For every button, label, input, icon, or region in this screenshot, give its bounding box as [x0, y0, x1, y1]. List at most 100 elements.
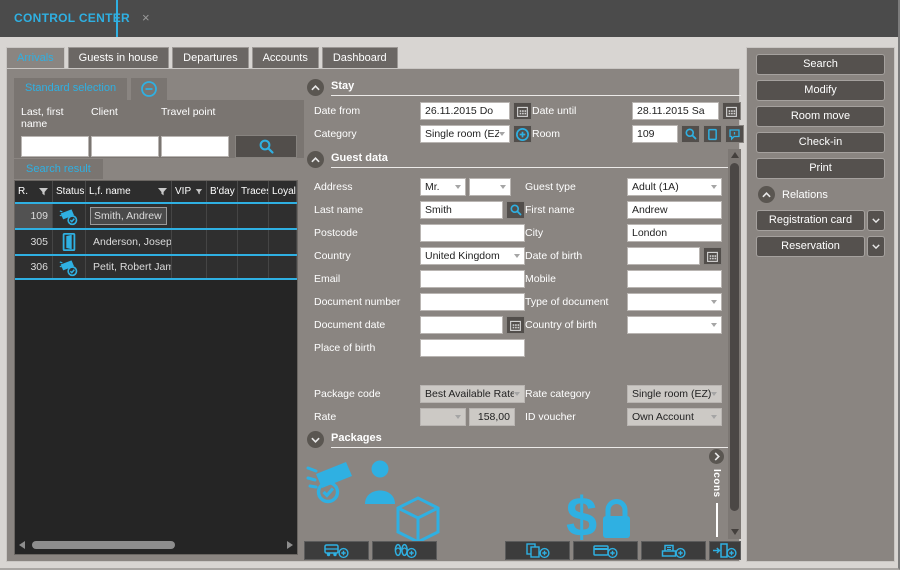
- scrollbar-thumb[interactable]: [730, 163, 739, 511]
- table-row[interactable]: 305 Anderson, Josephine: [15, 228, 297, 254]
- document-date-calendar-button[interactable]: [506, 316, 525, 334]
- tab-arrivals[interactable]: Arrivals: [6, 47, 65, 68]
- date-until-input[interactable]: [632, 102, 719, 120]
- date-until-calendar-button[interactable]: [722, 102, 741, 120]
- rate-lock-icon[interactable]: $: [566, 486, 632, 544]
- date-of-birth-calendar-button[interactable]: [703, 247, 722, 265]
- shuttle-add-icon: [323, 543, 349, 558]
- window-title-tab[interactable]: CONTROL CENTER ×: [14, 10, 150, 25]
- table-row-selected[interactable]: 109 Smith, Andrew: [15, 202, 297, 228]
- bday-cell: [207, 230, 238, 254]
- document-number-input[interactable]: [420, 293, 525, 311]
- money-check-icon[interactable]: [306, 456, 360, 504]
- collapse-stay-button[interactable]: [307, 79, 324, 96]
- checkout-add-button[interactable]: [709, 541, 741, 560]
- scrollbar-track[interactable]: [28, 541, 284, 549]
- filter-icon[interactable]: [38, 187, 49, 197]
- package-code-dropdown[interactable]: Best Available Rate: [420, 385, 525, 403]
- tab-departures[interactable]: Departures: [172, 47, 249, 68]
- search-button[interactable]: Search: [756, 54, 885, 75]
- scroll-up-icon[interactable]: [730, 152, 739, 158]
- modify-button[interactable]: Modify: [756, 80, 885, 101]
- vip-cell: [172, 204, 207, 228]
- salutation-dropdown[interactable]: Mr.: [420, 178, 466, 196]
- filter-search-button[interactable]: [235, 135, 297, 158]
- document-date-input[interactable]: [420, 316, 503, 334]
- email-input[interactable]: [420, 270, 525, 288]
- guest-type-dropdown[interactable]: Adult (1A): [627, 178, 722, 196]
- col-status[interactable]: Status: [53, 181, 86, 202]
- reservation-button[interactable]: Reservation: [756, 236, 865, 257]
- mobile-input[interactable]: [627, 270, 722, 288]
- dropdown-arrow-icon: [711, 415, 717, 419]
- registration-card-dropdown-button[interactable]: [867, 210, 885, 231]
- collapse-relations-button[interactable]: [758, 186, 775, 203]
- registration-card-button[interactable]: Registration card: [756, 210, 865, 231]
- title-dropdown[interactable]: [469, 178, 511, 196]
- first-name-input[interactable]: [627, 201, 722, 219]
- last-name-input[interactable]: [420, 201, 503, 219]
- toolbar-gap: [440, 541, 502, 560]
- scrollbar-thumb[interactable]: [32, 541, 176, 549]
- close-icon[interactable]: ×: [142, 10, 150, 25]
- room-input[interactable]: [632, 125, 678, 143]
- print-button[interactable]: Print: [756, 158, 885, 179]
- col-traces[interactable]: Traces: [238, 181, 269, 202]
- rate-amount-input[interactable]: [469, 408, 515, 426]
- document-type-dropdown[interactable]: [627, 293, 722, 311]
- room-plan-button[interactable]: [703, 125, 722, 143]
- package-box-icon[interactable]: [390, 492, 446, 544]
- tab-guests-in-house[interactable]: Guests in house: [67, 47, 170, 68]
- city-input[interactable]: [627, 224, 722, 242]
- tab-more-selection[interactable]: [131, 78, 168, 100]
- check-in-button[interactable]: Check-in: [756, 132, 885, 153]
- guest-search-button[interactable]: [506, 201, 525, 219]
- postcode-input[interactable]: [420, 224, 525, 242]
- add-category-button[interactable]: [513, 125, 532, 143]
- room-message-button[interactable]: [725, 125, 744, 143]
- filter-travel-point-input[interactable]: [161, 136, 229, 157]
- slippers-add-button[interactable]: [372, 541, 437, 560]
- place-of-birth-input[interactable]: [420, 339, 525, 357]
- tab-accounts[interactable]: Accounts: [251, 47, 319, 68]
- col-loyalty[interactable]: Loyalty: [269, 181, 297, 202]
- vip-cell: [172, 230, 207, 254]
- filter-name-input[interactable]: [21, 136, 89, 157]
- card-add-button[interactable]: [573, 541, 638, 560]
- vertical-scrollbar[interactable]: [728, 149, 741, 539]
- col-name[interactable]: L,f. name: [86, 181, 172, 202]
- country-dropdown[interactable]: United Kingdom: [420, 247, 525, 265]
- shuttle-add-button[interactable]: [304, 541, 369, 560]
- date-from-input[interactable]: [420, 102, 510, 120]
- icons-rail-expand-button[interactable]: [709, 449, 724, 464]
- col-vip[interactable]: VIP: [172, 181, 207, 202]
- scroll-right-icon[interactable]: [287, 541, 293, 549]
- tab-standard-selection[interactable]: Standard selection: [14, 78, 128, 100]
- room-search-button[interactable]: [681, 125, 700, 143]
- copy-add-button[interactable]: [505, 541, 570, 560]
- terminal-add-icon: [661, 544, 686, 558]
- country-of-birth-dropdown[interactable]: [627, 316, 722, 334]
- category-dropdown[interactable]: Single room (EZ: [420, 125, 510, 143]
- tab-search-result[interactable]: Search result: [14, 159, 103, 179]
- col-room[interactable]: R.: [15, 181, 53, 202]
- filter-client-input[interactable]: [91, 136, 159, 157]
- date-from-calendar-button[interactable]: [513, 102, 532, 120]
- reservation-dropdown-button[interactable]: [867, 236, 885, 257]
- tab-dashboard[interactable]: Dashboard: [321, 47, 398, 68]
- scroll-down-icon[interactable]: [730, 529, 739, 535]
- room-move-button[interactable]: Room move: [756, 106, 885, 127]
- horizontal-scrollbar[interactable]: [19, 540, 293, 550]
- id-voucher-dropdown[interactable]: Own Account: [627, 408, 722, 426]
- filter-icon[interactable]: [157, 187, 168, 197]
- expand-packages-button[interactable]: [307, 431, 324, 448]
- table-row[interactable]: 306 Petit, Robert James: [15, 254, 297, 280]
- terminal-add-button[interactable]: [641, 541, 706, 560]
- date-of-birth-input[interactable]: [627, 247, 700, 265]
- rate-code-dropdown[interactable]: [420, 408, 466, 426]
- rate-category-dropdown[interactable]: Single room (EZ): [627, 385, 723, 403]
- collapse-guest-data-button[interactable]: [307, 151, 324, 168]
- filter-icon[interactable]: [195, 187, 203, 197]
- scroll-left-icon[interactable]: [19, 541, 25, 549]
- col-bday[interactable]: B'day: [207, 181, 238, 202]
